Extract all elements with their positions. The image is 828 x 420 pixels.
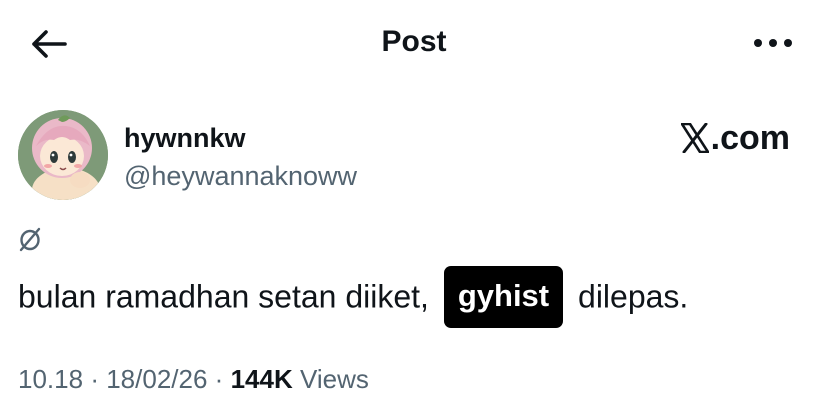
brand-domain-text: .com: [710, 119, 790, 157]
post-meta: 10.18 · 18/02/26 · 144K Views: [18, 362, 369, 396]
post-header: Post: [0, 0, 828, 86]
meta-separator: ·: [90, 364, 99, 394]
post-text-before: bulan ramadhan setan diiket,: [18, 278, 429, 315]
post-time[interactable]: 10.18: [18, 364, 83, 394]
more-horizontal-icon: [754, 39, 792, 47]
arrow-left-icon: [32, 30, 67, 58]
page-title: Post: [381, 25, 447, 58]
translate-icon[interactable]: [18, 226, 42, 252]
x-logo-icon: [680, 123, 709, 153]
views-label[interactable]: Views: [300, 364, 369, 394]
x-com-watermark: .com: [680, 118, 790, 158]
more-options-button[interactable]: [748, 28, 798, 58]
post-text-after: dilepas.: [578, 278, 689, 315]
author-display-name[interactable]: hywnnkw: [124, 122, 246, 154]
post-text: bulan ramadhan setan diiket, gyhist dile…: [18, 266, 689, 330]
post-page: Post hywnnkw @heywannaknoww .com bulan r…: [0, 0, 828, 420]
post-date[interactable]: 18/02/26: [106, 364, 207, 394]
avatar-image: [18, 110, 108, 200]
avatar[interactable]: [18, 110, 108, 200]
back-button[interactable]: [28, 24, 70, 64]
author-handle[interactable]: @heywannaknoww: [124, 160, 357, 192]
views-count[interactable]: 144K: [231, 364, 293, 394]
post-highlight-tag: gyhist: [443, 266, 564, 328]
meta-separator: ·: [214, 364, 224, 394]
